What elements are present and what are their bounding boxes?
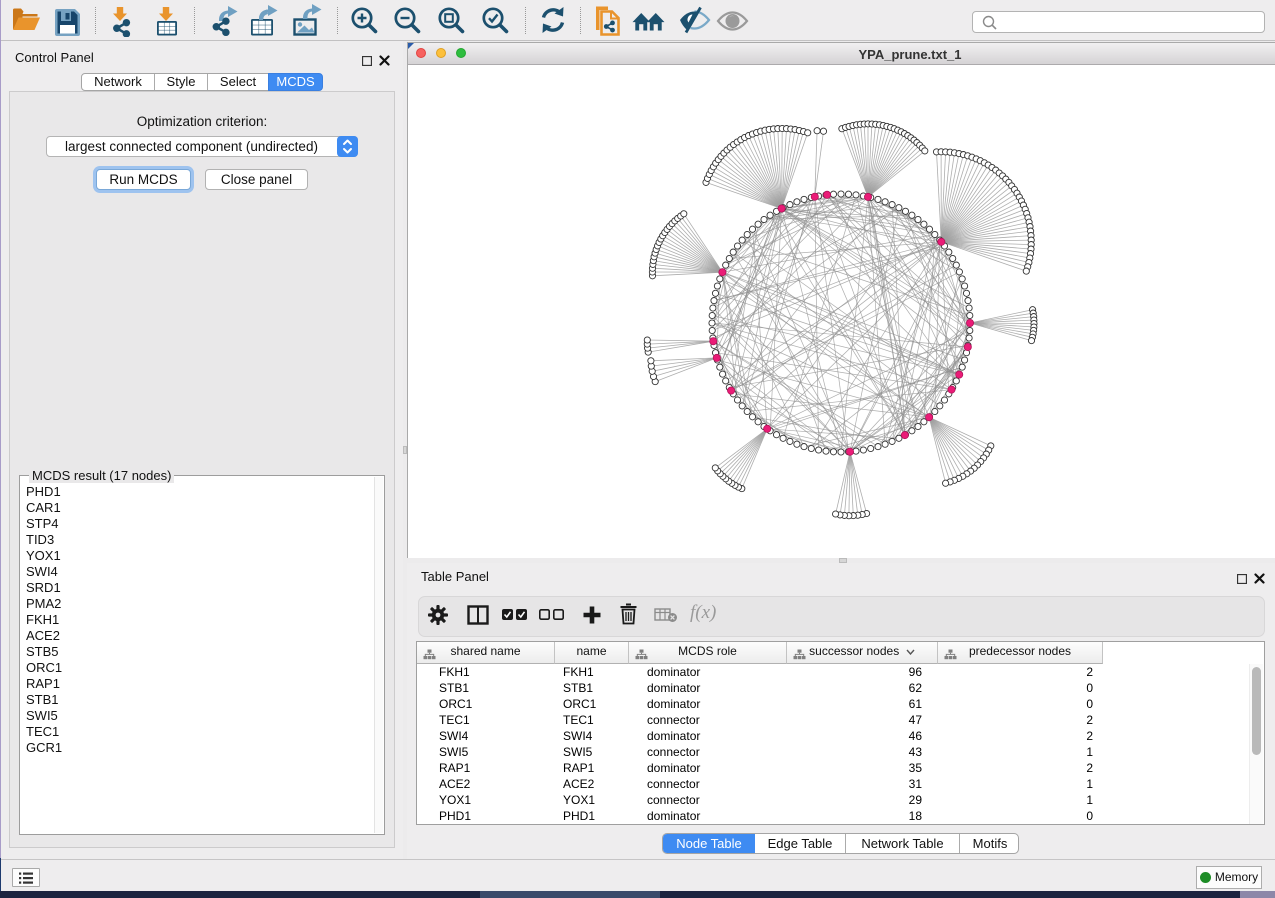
svg-text:f(x): f(x)	[690, 602, 716, 623]
